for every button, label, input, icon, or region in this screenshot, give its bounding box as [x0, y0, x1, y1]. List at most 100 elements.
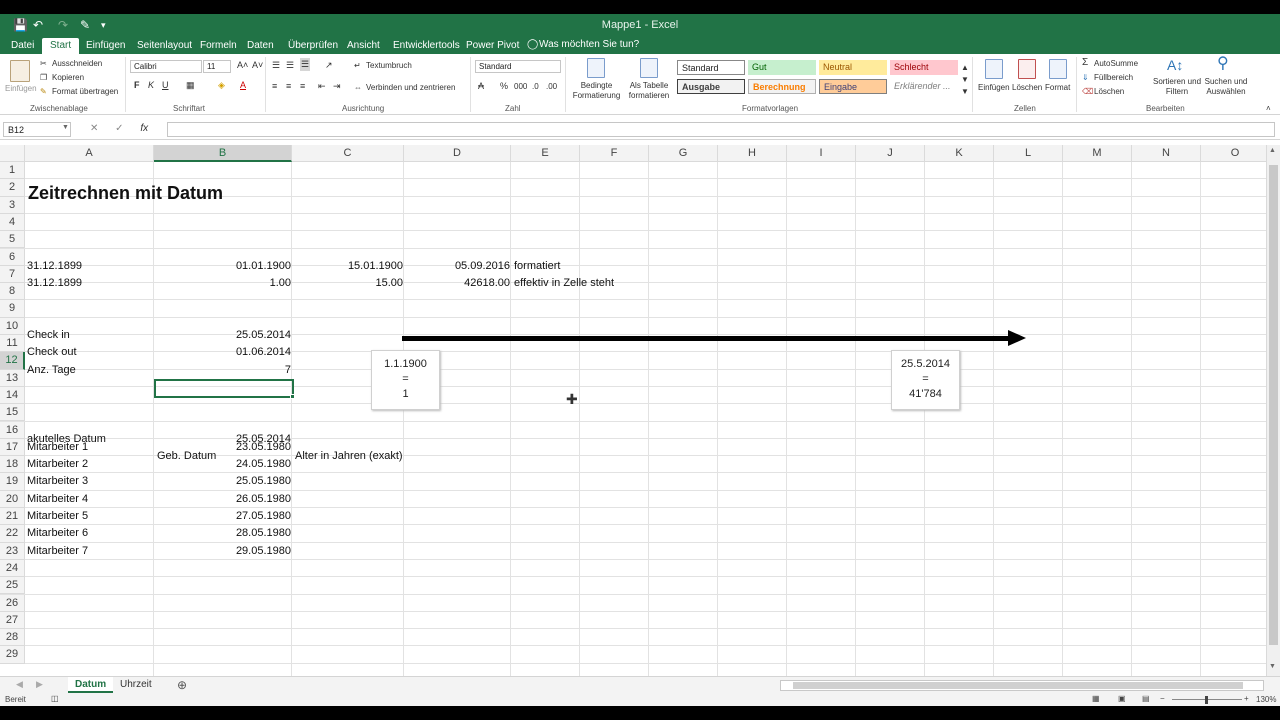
align-bottom-icon[interactable]: ☰ [300, 58, 311, 71]
name-box-dropdown-icon[interactable]: ▼ [62, 124, 69, 131]
employee-birthdate[interactable]: 27.05.1980 [155, 508, 291, 525]
sheet-tab-uhrzeit[interactable]: Uhrzeit [113, 677, 159, 693]
copy-icon[interactable]: ❐ [40, 73, 47, 83]
find-search-icon[interactable]: ⚲ [1217, 55, 1229, 73]
column-header-n[interactable]: N [1132, 145, 1201, 162]
orientation-icon[interactable]: ↗ [325, 60, 333, 71]
insert-cells-icon[interactable] [985, 59, 1003, 79]
row-header-1[interactable]: 1 [0, 162, 25, 180]
grow-font-icon[interactable]: A˄ [237, 60, 248, 71]
tell-me-icon[interactable]: ◯ [527, 39, 538, 50]
tell-me-box[interactable]: Was möchten Sie tun? [539, 39, 639, 50]
column-header-f[interactable]: F [580, 145, 649, 162]
cell-a11[interactable]: Anz. Tage [27, 362, 76, 379]
paste-button[interactable]: Einfügen [5, 84, 37, 94]
horizontal-scrollbar[interactable] [780, 680, 1264, 691]
employee-name[interactable]: Mitarbeiter 6 [27, 525, 88, 542]
font-size-dropdown[interactable]: 11 [203, 60, 231, 73]
row-header-23[interactable]: 23 [0, 542, 25, 560]
clear-button[interactable]: Löschen [1094, 87, 1124, 97]
style-ausgabe[interactable]: Ausgabe [677, 79, 745, 94]
horizontal-scroll-thumb[interactable] [793, 682, 1243, 689]
cell-a6[interactable]: 31.12.1899 [27, 275, 82, 292]
delete-cells-icon[interactable] [1018, 59, 1036, 79]
column-header-c[interactable]: C [292, 145, 404, 162]
style-berechnung[interactable]: Berechnung [748, 79, 816, 94]
align-middle-icon[interactable]: ☰ [286, 60, 294, 71]
row-header-26[interactable]: 26 [0, 594, 25, 612]
cell-d6[interactable]: 42618.00 [405, 275, 510, 292]
style-neutral[interactable]: Neutral [819, 60, 887, 75]
row-header-16[interactable]: 16 [0, 421, 25, 439]
tab-einfuegen[interactable]: Einfügen [86, 39, 125, 52]
fill-icon[interactable]: ⇓ [1082, 73, 1089, 83]
merge-icon[interactable]: ⇔ [354, 83, 362, 93]
increase-decimal-icon[interactable]: .0 [532, 81, 539, 92]
employee-name[interactable]: Mitarbeiter 7 [27, 543, 88, 560]
wrap-text-button[interactable]: Textumbruch [366, 61, 412, 71]
find-select-button[interactable]: Suchen und Auswählen [1200, 77, 1252, 97]
normal-view-icon[interactable]: ▦ [1092, 694, 1100, 703]
row-header-28[interactable]: 28 [0, 629, 25, 647]
employee-birthdate[interactable]: 29.05.1980 [155, 543, 291, 560]
cancel-icon[interactable]: ✕ [90, 123, 98, 134]
borders-icon[interactable]: ▦ [186, 80, 195, 91]
scissors-icon[interactable]: ✂ [40, 59, 47, 69]
zoom-out-icon[interactable]: − [1160, 694, 1165, 703]
macro-record-icon[interactable]: ◫ [51, 694, 59, 703]
row-header-4[interactable]: 4 [0, 213, 25, 232]
row-header-11[interactable]: 11 [0, 335, 25, 353]
format-as-table-button[interactable]: Als Tabelle formatieren [623, 81, 675, 101]
zoom-in-icon[interactable]: + [1244, 694, 1249, 703]
employee-name[interactable]: Mitarbeiter 3 [27, 473, 88, 490]
prev-sheet-icon[interactable]: ◀ [16, 679, 23, 690]
align-right-icon[interactable]: ≡ [300, 81, 305, 92]
accounting-format-icon[interactable]: ₳ [478, 81, 484, 92]
style-schlecht[interactable]: Schlecht [890, 60, 958, 75]
employee-name[interactable]: Mitarbeiter 1 [27, 439, 88, 456]
autosum-button[interactable]: AutoSumme [1094, 59, 1138, 69]
employee-birthdate[interactable]: 24.05.1980 [155, 456, 291, 473]
scroll-up-icon[interactable]: ▲ [1269, 147, 1276, 154]
sort-filter-button[interactable]: Sortieren und Filtern [1150, 77, 1204, 97]
increase-indent-icon[interactable]: ⇥ [333, 81, 341, 92]
row-header-10[interactable]: 10 [0, 317, 25, 335]
styles-scroll-up-icon[interactable]: ▲ [961, 62, 969, 73]
add-sheet-icon[interactable]: ⊕ [177, 678, 187, 692]
selected-cell-b12[interactable] [154, 379, 294, 398]
tab-seitenlayout[interactable]: Seitenlayout [137, 39, 192, 52]
textbox-current-date[interactable]: 25.5.2014 = 41'784 [891, 350, 960, 410]
format-painter-icon[interactable]: ✎ [40, 87, 47, 97]
cell-e6[interactable]: effektiv in Zelle steht [514, 275, 614, 292]
tab-datei[interactable]: Datei [11, 39, 34, 52]
format-as-table-icon[interactable] [640, 58, 658, 78]
sheet-tab-datum[interactable]: Datum [68, 677, 114, 693]
cell-b6[interactable]: 1.00 [155, 275, 291, 292]
row-header-29[interactable]: 29 [0, 646, 25, 664]
cell-a10[interactable]: Check out [27, 344, 77, 361]
select-all-corner[interactable] [0, 145, 25, 162]
style-erklaerender[interactable]: Erklärender ... [890, 79, 958, 94]
enter-icon[interactable]: ✓ [115, 123, 123, 134]
cell-b9[interactable]: 25.05.2014 [155, 327, 291, 344]
column-header-j[interactable]: J [856, 145, 925, 162]
row-header-8[interactable]: 8 [0, 283, 25, 301]
zoom-level[interactable]: 130% [1256, 695, 1276, 704]
row-header-14[interactable]: 14 [0, 386, 25, 405]
row-header-21[interactable]: 21 [0, 508, 25, 526]
autosum-icon[interactable]: Σ [1082, 58, 1088, 68]
column-header-l[interactable]: L [994, 145, 1063, 162]
italic-button[interactable]: K [148, 80, 154, 91]
tab-daten[interactable]: Daten [247, 39, 274, 52]
row-header-9[interactable]: 9 [0, 300, 25, 318]
cut-button[interactable]: Ausschneiden [52, 59, 102, 69]
column-header-d[interactable]: D [404, 145, 511, 162]
row-header-5[interactable]: 5 [0, 231, 25, 249]
tab-power-pivot[interactable]: Power Pivot [466, 39, 519, 52]
formula-input[interactable] [167, 122, 1275, 137]
insert-cells-button[interactable]: Einfügen [978, 83, 1010, 93]
style-eingabe[interactable]: Eingabe [819, 79, 887, 94]
row-header-17[interactable]: 17 [0, 438, 25, 457]
worksheet-grid[interactable]: ABCDEFGHIJKLMNO 1 2 3 4 5 6 7 8 9 10 11 12 13 14 15 16 1… [0, 145, 1266, 676]
fill-color-icon[interactable]: ◈ [218, 80, 225, 91]
